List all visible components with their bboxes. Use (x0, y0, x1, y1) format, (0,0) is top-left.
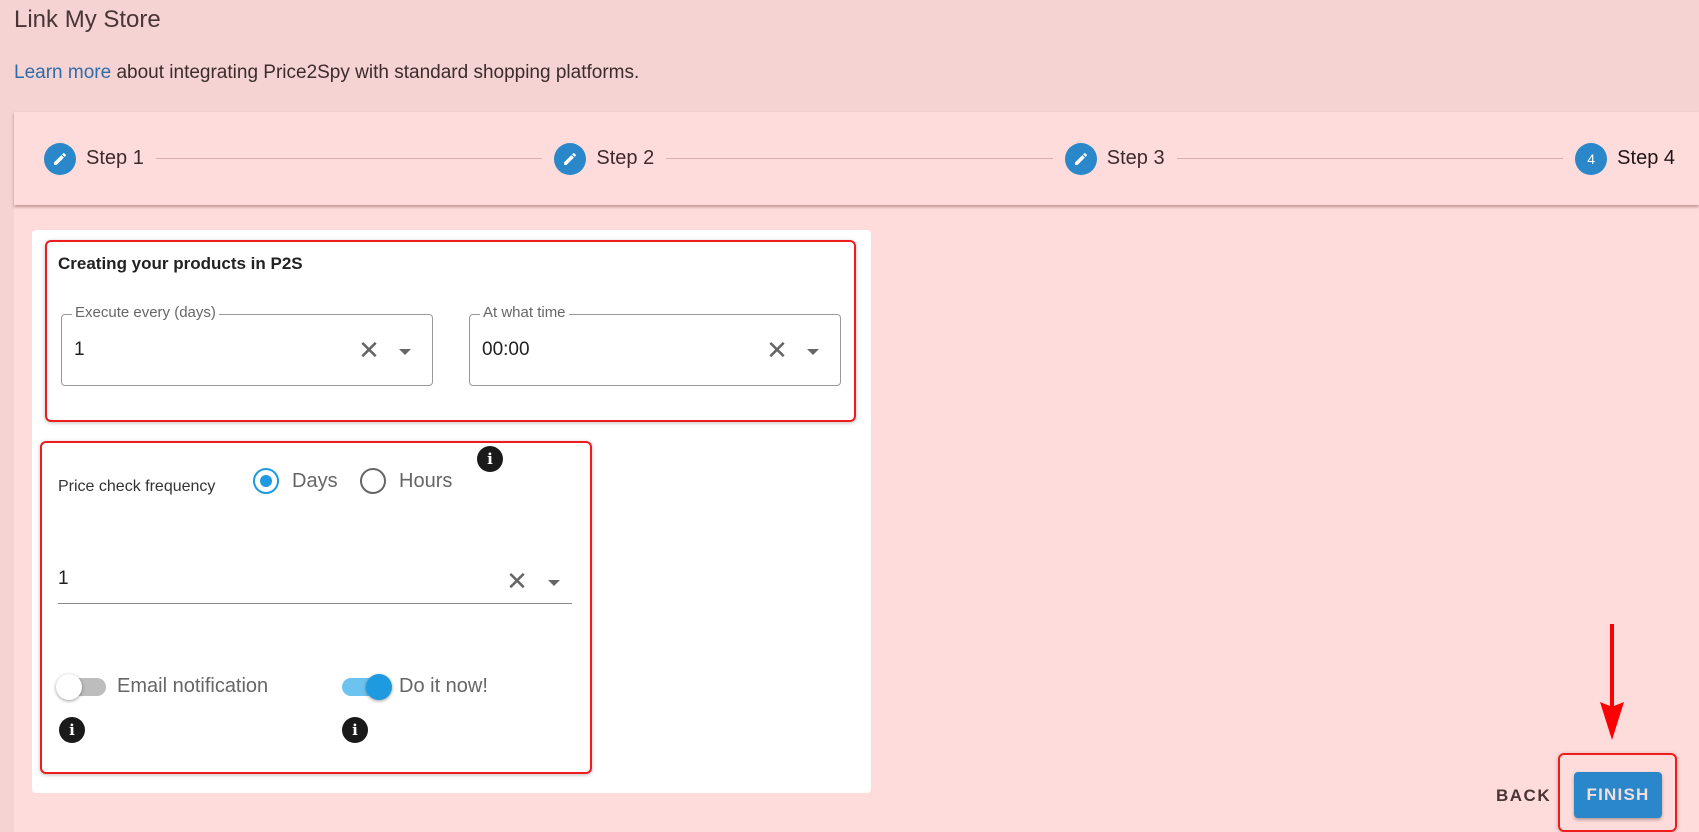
finish-button[interactable]: FINISH (1574, 772, 1662, 818)
radio-hours-label[interactable]: Hours (399, 470, 452, 493)
info-icon[interactable]: i (477, 446, 503, 472)
chevron-down-icon[interactable] (807, 349, 819, 355)
page-title: Link My Store (14, 6, 161, 33)
clear-icon[interactable]: ✕ (506, 568, 528, 594)
field-label: At what time (480, 304, 569, 321)
intro-description: about integrating Price2Spy with standar… (111, 62, 640, 83)
field-value: 1 (74, 339, 85, 360)
step-number-icon: 4 (1575, 142, 1608, 175)
field-value: 1 (58, 568, 69, 589)
radio-days[interactable] (253, 468, 279, 494)
switch-thumb[interactable] (366, 674, 392, 700)
pencil-icon (1064, 142, 1097, 175)
step-4[interactable]: 4 Step 4 (1575, 142, 1675, 175)
pencil-icon (44, 142, 76, 175)
step-3[interactable]: Step 3 (1064, 142, 1165, 175)
step-2[interactable]: Step 2 (554, 142, 655, 175)
step-label: Step 3 (1106, 147, 1165, 169)
pencil-icon (554, 142, 587, 175)
radio-days-label[interactable]: Days (292, 470, 338, 493)
step-label: Step 1 (86, 147, 144, 169)
info-icon[interactable]: i (342, 717, 368, 743)
switch-thumb[interactable] (56, 674, 82, 700)
email-notification-label: Email notification (117, 675, 269, 697)
price-check-value-select[interactable]: 1 ✕ (58, 560, 572, 604)
section-title: Creating your products in P2S (58, 254, 303, 273)
clear-icon[interactable]: ✕ (358, 337, 380, 363)
price-check-frequency-label: Price check frequency (58, 478, 216, 495)
step-connector (1176, 158, 1564, 159)
execute-every-select[interactable]: Execute every (days) 1 ✕ (61, 304, 433, 386)
step-label: Step 4 (1617, 147, 1675, 169)
chevron-down-icon[interactable] (399, 349, 411, 355)
arrow-shape (1600, 624, 1624, 740)
clear-icon[interactable]: ✕ (766, 337, 788, 363)
learn-more-link[interactable]: Learn more (14, 62, 111, 83)
do-it-now-label: Do it now! (399, 675, 488, 697)
field-label: Execute every (days) (72, 304, 219, 321)
field-value: 00:00 (482, 339, 530, 360)
step-connector (666, 158, 1053, 159)
intro-text: Learn more about integrating Price2Spy w… (14, 62, 639, 84)
info-icon[interactable]: i (59, 717, 85, 743)
back-button[interactable]: BACK (1490, 782, 1557, 810)
radio-hours[interactable] (360, 468, 386, 494)
arrow-down-icon (1600, 624, 1624, 740)
step-label: Step 2 (596, 147, 655, 169)
stepper: Step 1 Step 2 Step 3 4 Step 4 (14, 112, 1699, 205)
step-connector (155, 158, 543, 159)
chevron-down-icon[interactable] (548, 580, 560, 586)
at-what-time-select[interactable]: At what time 00:00 ✕ (469, 304, 841, 386)
step-1[interactable]: Step 1 (44, 142, 144, 175)
